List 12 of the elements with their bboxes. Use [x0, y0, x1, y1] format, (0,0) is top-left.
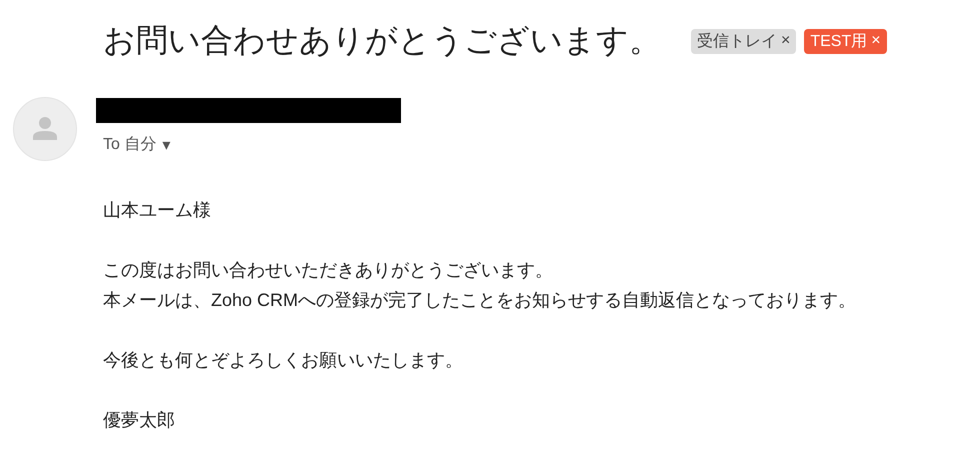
- avatar-icon: [13, 97, 77, 161]
- details-caret-button[interactable]: ▾: [162, 134, 170, 154]
- body-text: 山本ユーム様: [103, 199, 212, 222]
- body-text: この度はお問い合わせいただきありがとうございます。: [103, 259, 554, 282]
- body-text: 本メールは、Zoho CRMへの登録が完了したことをお知らせする自動返信となっております。: [103, 289, 858, 312]
- label-text: 受信トレイ: [697, 32, 777, 52]
- recipient-text: To 自分: [103, 135, 156, 155]
- body-text: 優夢太郎: [103, 409, 176, 432]
- remove-label-button[interactable]: ×: [781, 32, 790, 50]
- email-subject: お問い合わせありがとうございます。: [103, 21, 661, 60]
- body-text: 今後とも何とぞよろしくお願いいたします。: [103, 349, 464, 372]
- label-text: TEST用: [810, 32, 868, 52]
